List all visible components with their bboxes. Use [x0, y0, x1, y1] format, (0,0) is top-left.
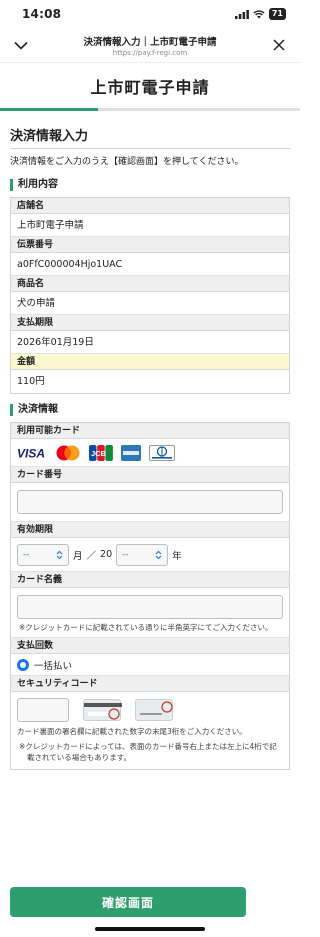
slip-number-value: a0FfC000004Hjo1UAC: [11, 253, 289, 276]
security-code-note-2: ※クレジットカードによっては、表面のカード番号右上または左上に4桁で記載されてい…: [19, 742, 277, 762]
browser-bar: 決済情報入力｜上市町電子申請 https://pay.f-regi.com: [0, 28, 300, 62]
slip-number-label: 伝票番号: [11, 237, 289, 253]
card-number-cell: [11, 483, 289, 522]
svg-text:VISA: VISA: [17, 447, 45, 459]
updown-chevron-icon: [56, 550, 63, 559]
status-icons: 71: [234, 8, 286, 20]
browser-title-area: 決済情報入力｜上市町電子申請 https://pay.f-regi.com: [30, 34, 270, 57]
available-cards-row: VISA JCB: [11, 439, 289, 467]
expiry-year-select[interactable]: --: [116, 543, 169, 566]
card-holder-input[interactable]: [17, 595, 283, 619]
chevron-down-icon[interactable]: [12, 36, 30, 54]
section-label-payment: 決済情報: [10, 404, 290, 416]
security-code-label: セキュリティコード: [11, 676, 289, 692]
intro-text: 決済情報をご入力のうえ【確認画面】を押してください。: [10, 157, 244, 167]
svg-text:JCB: JCB: [91, 449, 107, 458]
security-code-cell: [11, 692, 289, 726]
browser-url: https://pay.f-regi.com: [112, 48, 188, 57]
visa-logo-icon: VISA: [17, 445, 47, 460]
expiry-label: 有効期限: [11, 522, 289, 538]
expiry-month-suffix: 月: [73, 550, 83, 562]
expiry-year-prefix: 20: [100, 549, 113, 560]
status-time: 14:08: [22, 7, 62, 21]
radio-selected-icon[interactable]: [17, 658, 29, 671]
expiry-year-suffix: 年: [172, 550, 182, 562]
store-name-label: 店舗名: [11, 198, 289, 214]
expiry-month-value: --: [23, 549, 30, 560]
mastercard-logo-icon: [55, 445, 81, 460]
close-icon[interactable]: [270, 36, 288, 54]
signal-icon: [234, 9, 249, 19]
payment-deadline-value: 2026年01月19日: [11, 331, 289, 354]
updown-chevron-icon: [155, 550, 162, 559]
browser-title: 決済情報入力｜上市町電子申請: [83, 36, 217, 48]
expiry-cell: -- 月 ／ 20 -- 年: [11, 538, 289, 572]
section-label-usage: 利用内容: [10, 179, 290, 191]
page-heading: 決済情報入力: [10, 125, 290, 149]
installments-option[interactable]: 一括払い: [11, 654, 289, 676]
expiry-month-select[interactable]: --: [17, 543, 69, 566]
battery-icon: 71: [268, 8, 286, 20]
installments-label: 支払回数: [11, 638, 289, 654]
main-content: 決済情報入力 決済情報をご入力のうえ【確認画面】を押してください。 利用内容 店…: [0, 125, 300, 770]
site-title: 上市町電子申請: [90, 77, 210, 97]
amount-label: 金額: [11, 354, 289, 370]
card-holder-note: ※クレジットカードに記載されている通りに半角英字にてご入力ください。: [11, 622, 289, 638]
wifi-icon: [253, 9, 265, 18]
status-bar: 14:08 71: [0, 0, 300, 28]
payment-form: 利用可能カード VISA JCB カード番号 有効期限 -- 月 ／ 20 --…: [10, 422, 290, 770]
card-back-icon: [83, 699, 122, 721]
card-holder-label: カード名義: [11, 572, 289, 588]
usage-table: 店舗名 上市町電子申請 伝票番号 a0FfC000004Hjo1UAC 商品名 …: [10, 197, 290, 394]
confirm-button[interactable]: 確認画面: [10, 887, 246, 917]
payment-deadline-label: 支払期限: [11, 315, 289, 331]
card-number-input[interactable]: [17, 490, 283, 514]
diners-club-logo-icon: [149, 444, 175, 461]
product-name-value: 犬の申請: [11, 292, 289, 315]
card-front-icon: [135, 699, 173, 721]
installments-option-label: 一括払い: [34, 660, 73, 672]
header-progress-rule: [0, 108, 300, 111]
store-name-value: 上市町電子申請: [11, 214, 289, 237]
amex-logo-icon: [121, 444, 141, 461]
header-progress-accent: [0, 108, 98, 111]
expiry-year-value: --: [122, 549, 129, 560]
product-name-label: 商品名: [11, 276, 289, 292]
security-code-input[interactable]: [17, 698, 69, 722]
app-header: 上市町電子申請: [0, 62, 300, 108]
amount-value: 110円: [17, 376, 45, 387]
expiry-separator: ／: [86, 550, 97, 562]
jcb-logo-icon: JCB: [89, 444, 113, 461]
card-holder-cell: [11, 588, 289, 622]
card-number-label: カード番号: [11, 467, 289, 483]
home-indicator: [95, 927, 205, 931]
security-code-note: カード裏面の署名欄に記載された数字の末尾3桁をご入力ください。: [17, 727, 247, 736]
available-cards-label: 利用可能カード: [11, 423, 289, 439]
